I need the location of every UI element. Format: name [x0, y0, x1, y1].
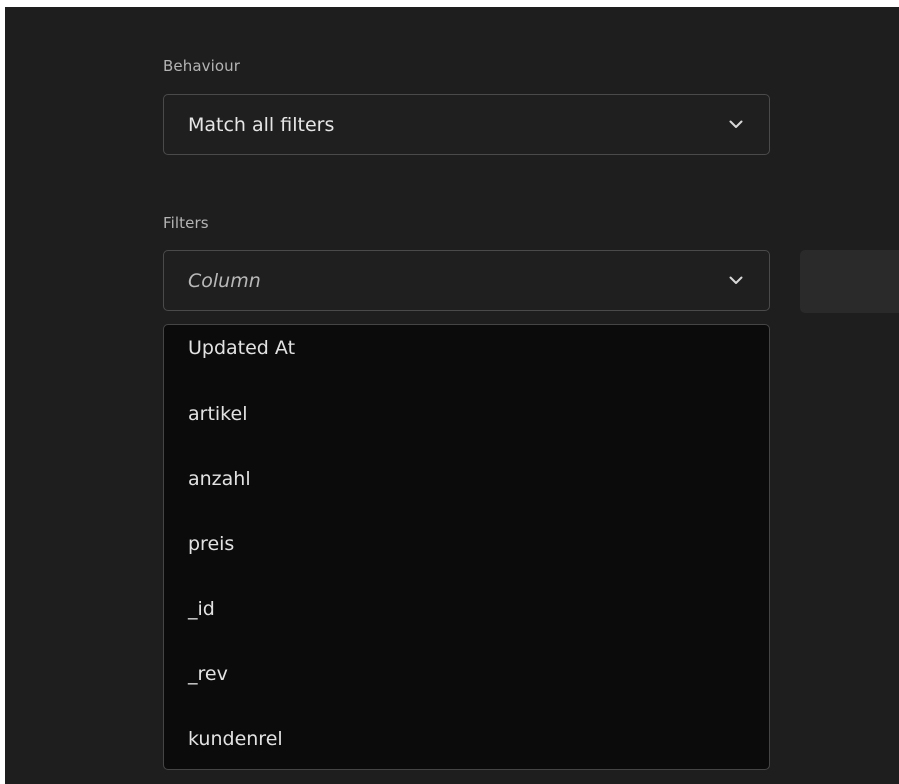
column-option-id[interactable]: _id [188, 597, 215, 621]
column-option-updated-at[interactable]: Updated At [188, 336, 295, 360]
column-dropdown-menu: Updated At artikel anzahl preis _id _rev… [163, 324, 770, 770]
column-placeholder: Column [188, 269, 261, 292]
behaviour-select[interactable]: Match all filters [163, 94, 770, 155]
column-option-anzahl[interactable]: anzahl [188, 467, 251, 491]
behaviour-label: Behaviour [163, 57, 241, 75]
filters-label: Filters [163, 214, 209, 232]
column-option-artikel[interactable]: artikel [188, 402, 247, 426]
filter-operator-select[interactable] [800, 250, 899, 313]
behaviour-selected-value: Match all filters [188, 113, 335, 136]
chevron-down-icon [729, 120, 743, 128]
column-option-kundenrel[interactable]: kundenrel [188, 727, 283, 751]
column-select[interactable]: Column [163, 250, 770, 311]
column-option-rev[interactable]: _rev [188, 662, 228, 686]
filter-panel: Behaviour Match all filters Filters Colu… [5, 7, 899, 784]
chevron-down-icon [729, 276, 743, 284]
column-option-preis[interactable]: preis [188, 532, 234, 556]
